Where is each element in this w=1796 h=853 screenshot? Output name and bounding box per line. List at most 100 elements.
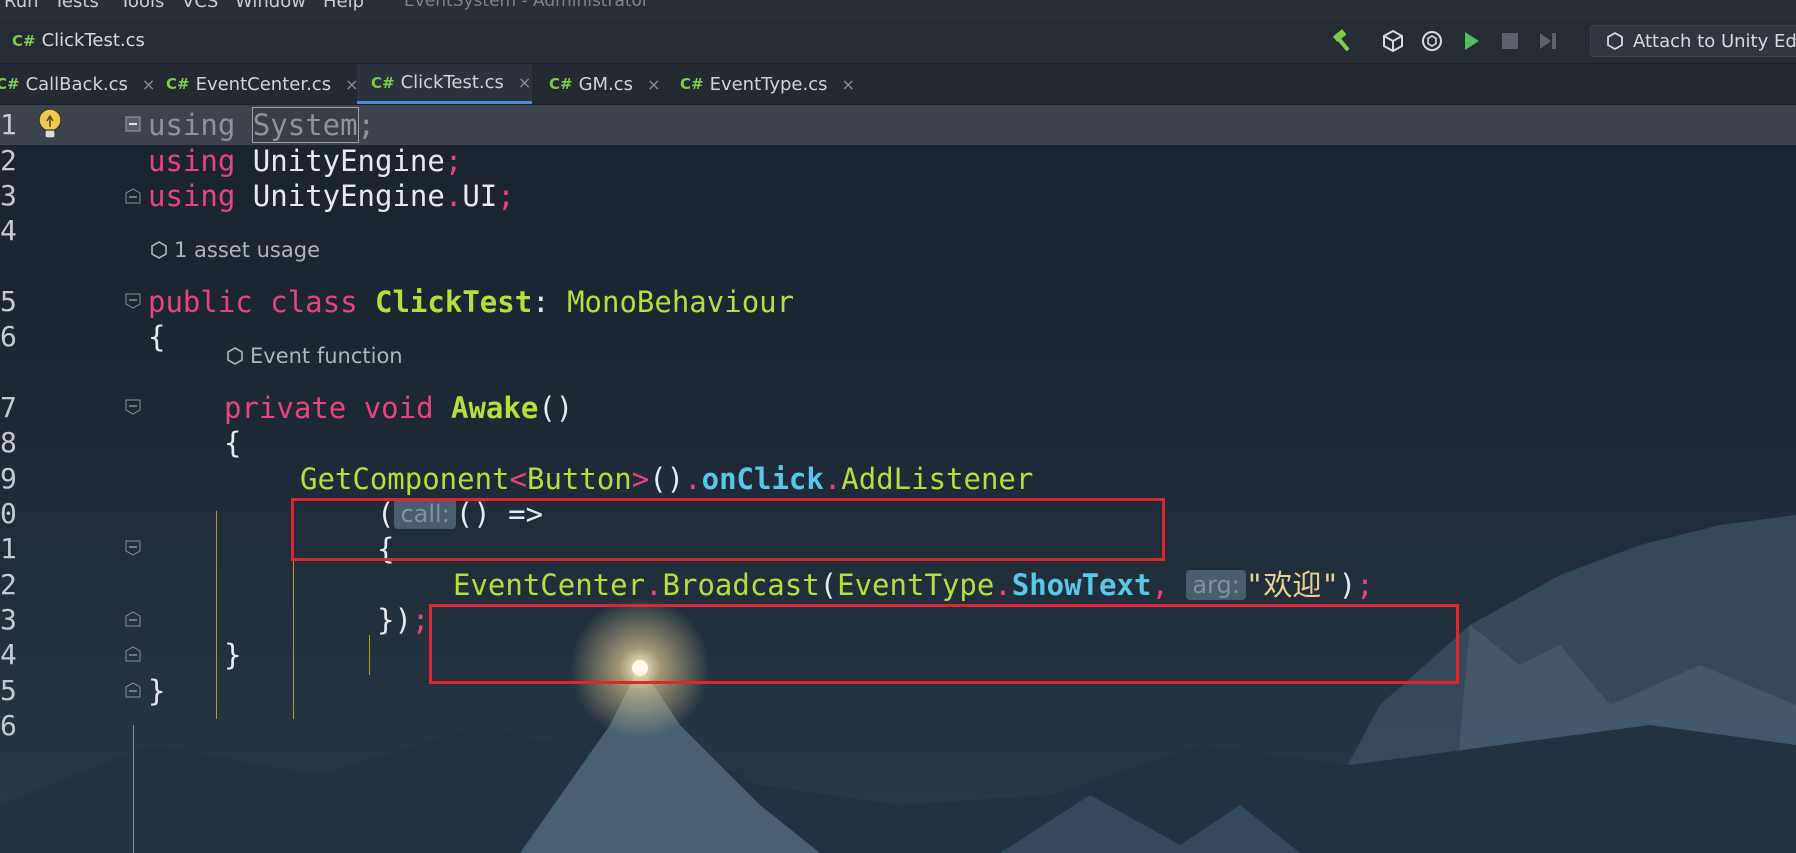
code-token: } xyxy=(148,674,166,708)
menu-tools[interactable]: Tools xyxy=(120,0,164,12)
indent-guide xyxy=(216,511,217,719)
code-token: . xyxy=(994,568,1012,602)
code-token: . xyxy=(645,568,663,602)
code-token: GetComponent xyxy=(300,462,510,496)
csharp-file-icon: C# xyxy=(371,73,395,92)
code-line-5[interactable]: public class ClickTest: MonoBehaviour xyxy=(148,282,794,322)
fold-line xyxy=(133,725,134,853)
line-number: 2 xyxy=(0,568,17,601)
unity-usage-icon xyxy=(151,241,167,259)
window-title: EventSystem - Administrator xyxy=(404,0,649,11)
line-number: 4 xyxy=(0,638,17,671)
code-token: EventType xyxy=(837,568,995,602)
asset-usage-lens[interactable]: 1 asset usage xyxy=(150,238,320,262)
attach-label: Attach to Unity Edi xyxy=(1633,30,1796,52)
code-token: public xyxy=(148,285,253,319)
fold-marker-icon[interactable] xyxy=(124,610,142,628)
code-token: ( xyxy=(819,568,838,602)
code-line-9[interactable]: GetComponent<Button>().onClick.AddListen… xyxy=(300,459,1033,499)
close-icon[interactable]: × xyxy=(647,75,660,94)
fold-marker-icon[interactable] xyxy=(124,398,142,416)
code-line-12[interactable]: EventCenter.Broadcast(EventType.ShowText… xyxy=(453,565,1374,605)
code-line-13[interactable]: }); xyxy=(377,600,429,640)
code-token: . xyxy=(444,179,463,213)
code-token: () xyxy=(649,462,685,496)
line-number: 6 xyxy=(0,320,17,353)
event-function-label: Event function xyxy=(250,344,403,368)
menu-vcs[interactable]: VCS xyxy=(182,0,218,12)
stop-icon[interactable] xyxy=(1497,28,1523,54)
tab-callback[interactable]: C# CallBack.cs × xyxy=(0,64,155,104)
code-token: UI xyxy=(462,179,498,213)
line-number: 7 xyxy=(0,391,17,424)
csharp-file-icon: C# xyxy=(0,75,20,93)
tab-label: ClickTest.cs xyxy=(400,72,504,93)
tab-gm[interactable]: C# GM.cs × xyxy=(549,64,660,104)
code-token: onClick xyxy=(701,462,824,496)
fold-marker-icon[interactable] xyxy=(124,681,142,699)
menu-tests[interactable]: Tests xyxy=(54,0,99,12)
breadcrumb[interactable]: C# ClickTest.cs xyxy=(12,30,145,51)
code-line-8[interactable]: { xyxy=(224,423,241,463)
unity-logo-icon xyxy=(1607,31,1623,51)
code-line-6[interactable]: { xyxy=(148,317,165,357)
code-token: < xyxy=(509,462,527,496)
code-token: ; xyxy=(497,179,515,213)
code-line-2[interactable]: using UnityEngine; xyxy=(148,141,462,181)
event-function-lens[interactable]: Event function xyxy=(226,344,403,368)
step-icon[interactable] xyxy=(1535,28,1561,54)
code-token: { xyxy=(224,426,242,460)
code-token: ; xyxy=(1356,568,1374,602)
code-token: Button xyxy=(526,462,632,496)
code-line-3[interactable]: using UnityEngine.UI; xyxy=(148,176,515,216)
code-line-15[interactable]: } xyxy=(148,671,165,711)
unity-refresh-icon[interactable] xyxy=(1419,28,1445,54)
annotation-box-getcomponent xyxy=(291,498,1165,561)
navigation-toolbar: C# ClickTest.cs Attach to Unity Edi xyxy=(0,20,1796,64)
line-number: 1 xyxy=(0,108,17,141)
code-editor[interactable]: 1 2 3 4 5 6 7 8 9 0 1 2 3 4 5 6 using Sy… xyxy=(0,105,1796,853)
fold-marker-icon[interactable] xyxy=(124,115,142,133)
close-icon[interactable]: × xyxy=(518,73,531,92)
code-token: ShowText xyxy=(1011,568,1152,602)
code-line-7[interactable]: private void Awake() xyxy=(224,388,573,428)
indent-guide xyxy=(369,635,370,675)
code-string: "欢迎" xyxy=(1245,568,1339,602)
line-number: 5 xyxy=(0,674,17,707)
code-token: Awake xyxy=(451,391,539,425)
code-line-14[interactable]: } xyxy=(224,635,241,675)
code-token: : xyxy=(532,285,550,319)
code-token: using xyxy=(148,108,236,142)
code-token: ; xyxy=(444,144,463,178)
unity-icon[interactable] xyxy=(1380,28,1406,54)
menu-run[interactable]: Run xyxy=(4,0,39,12)
menu-window[interactable]: Window xyxy=(235,0,306,12)
tab-label: CallBack.cs xyxy=(25,73,128,95)
tab-label: GM.cs xyxy=(578,73,634,95)
tab-eventcenter[interactable]: C# EventCenter.cs × xyxy=(166,64,358,104)
tab-eventtype[interactable]: C# EventType.cs × xyxy=(680,64,855,104)
fold-marker-icon[interactable] xyxy=(124,187,142,205)
lightbulb-icon[interactable] xyxy=(36,107,64,143)
build-hammer-icon[interactable] xyxy=(1330,28,1356,54)
code-token: private xyxy=(224,391,347,425)
code-token: using xyxy=(148,144,236,178)
code-token: > xyxy=(631,462,650,496)
line-number: 3 xyxy=(0,603,17,636)
code-line-1[interactable]: using System; xyxy=(148,105,375,145)
tab-clicktest[interactable]: C# ClickTest.cs × xyxy=(357,64,532,104)
attach-to-unity-button[interactable]: Attach to Unity Edi xyxy=(1590,25,1796,57)
line-number: 8 xyxy=(0,426,17,459)
line-number: 3 xyxy=(0,179,17,212)
fold-marker-icon[interactable] xyxy=(124,539,142,557)
code-token: ClickTest xyxy=(375,285,533,319)
close-icon[interactable]: × xyxy=(142,75,155,94)
code-token: . xyxy=(823,462,842,496)
fold-marker-icon[interactable] xyxy=(124,292,142,310)
asset-usage-label: 1 asset usage xyxy=(174,238,320,262)
play-icon[interactable] xyxy=(1458,28,1484,54)
menu-help[interactable]: Help xyxy=(323,0,364,12)
code-token: class xyxy=(270,285,358,319)
fold-marker-icon[interactable] xyxy=(124,645,142,663)
close-icon[interactable]: × xyxy=(841,75,854,94)
